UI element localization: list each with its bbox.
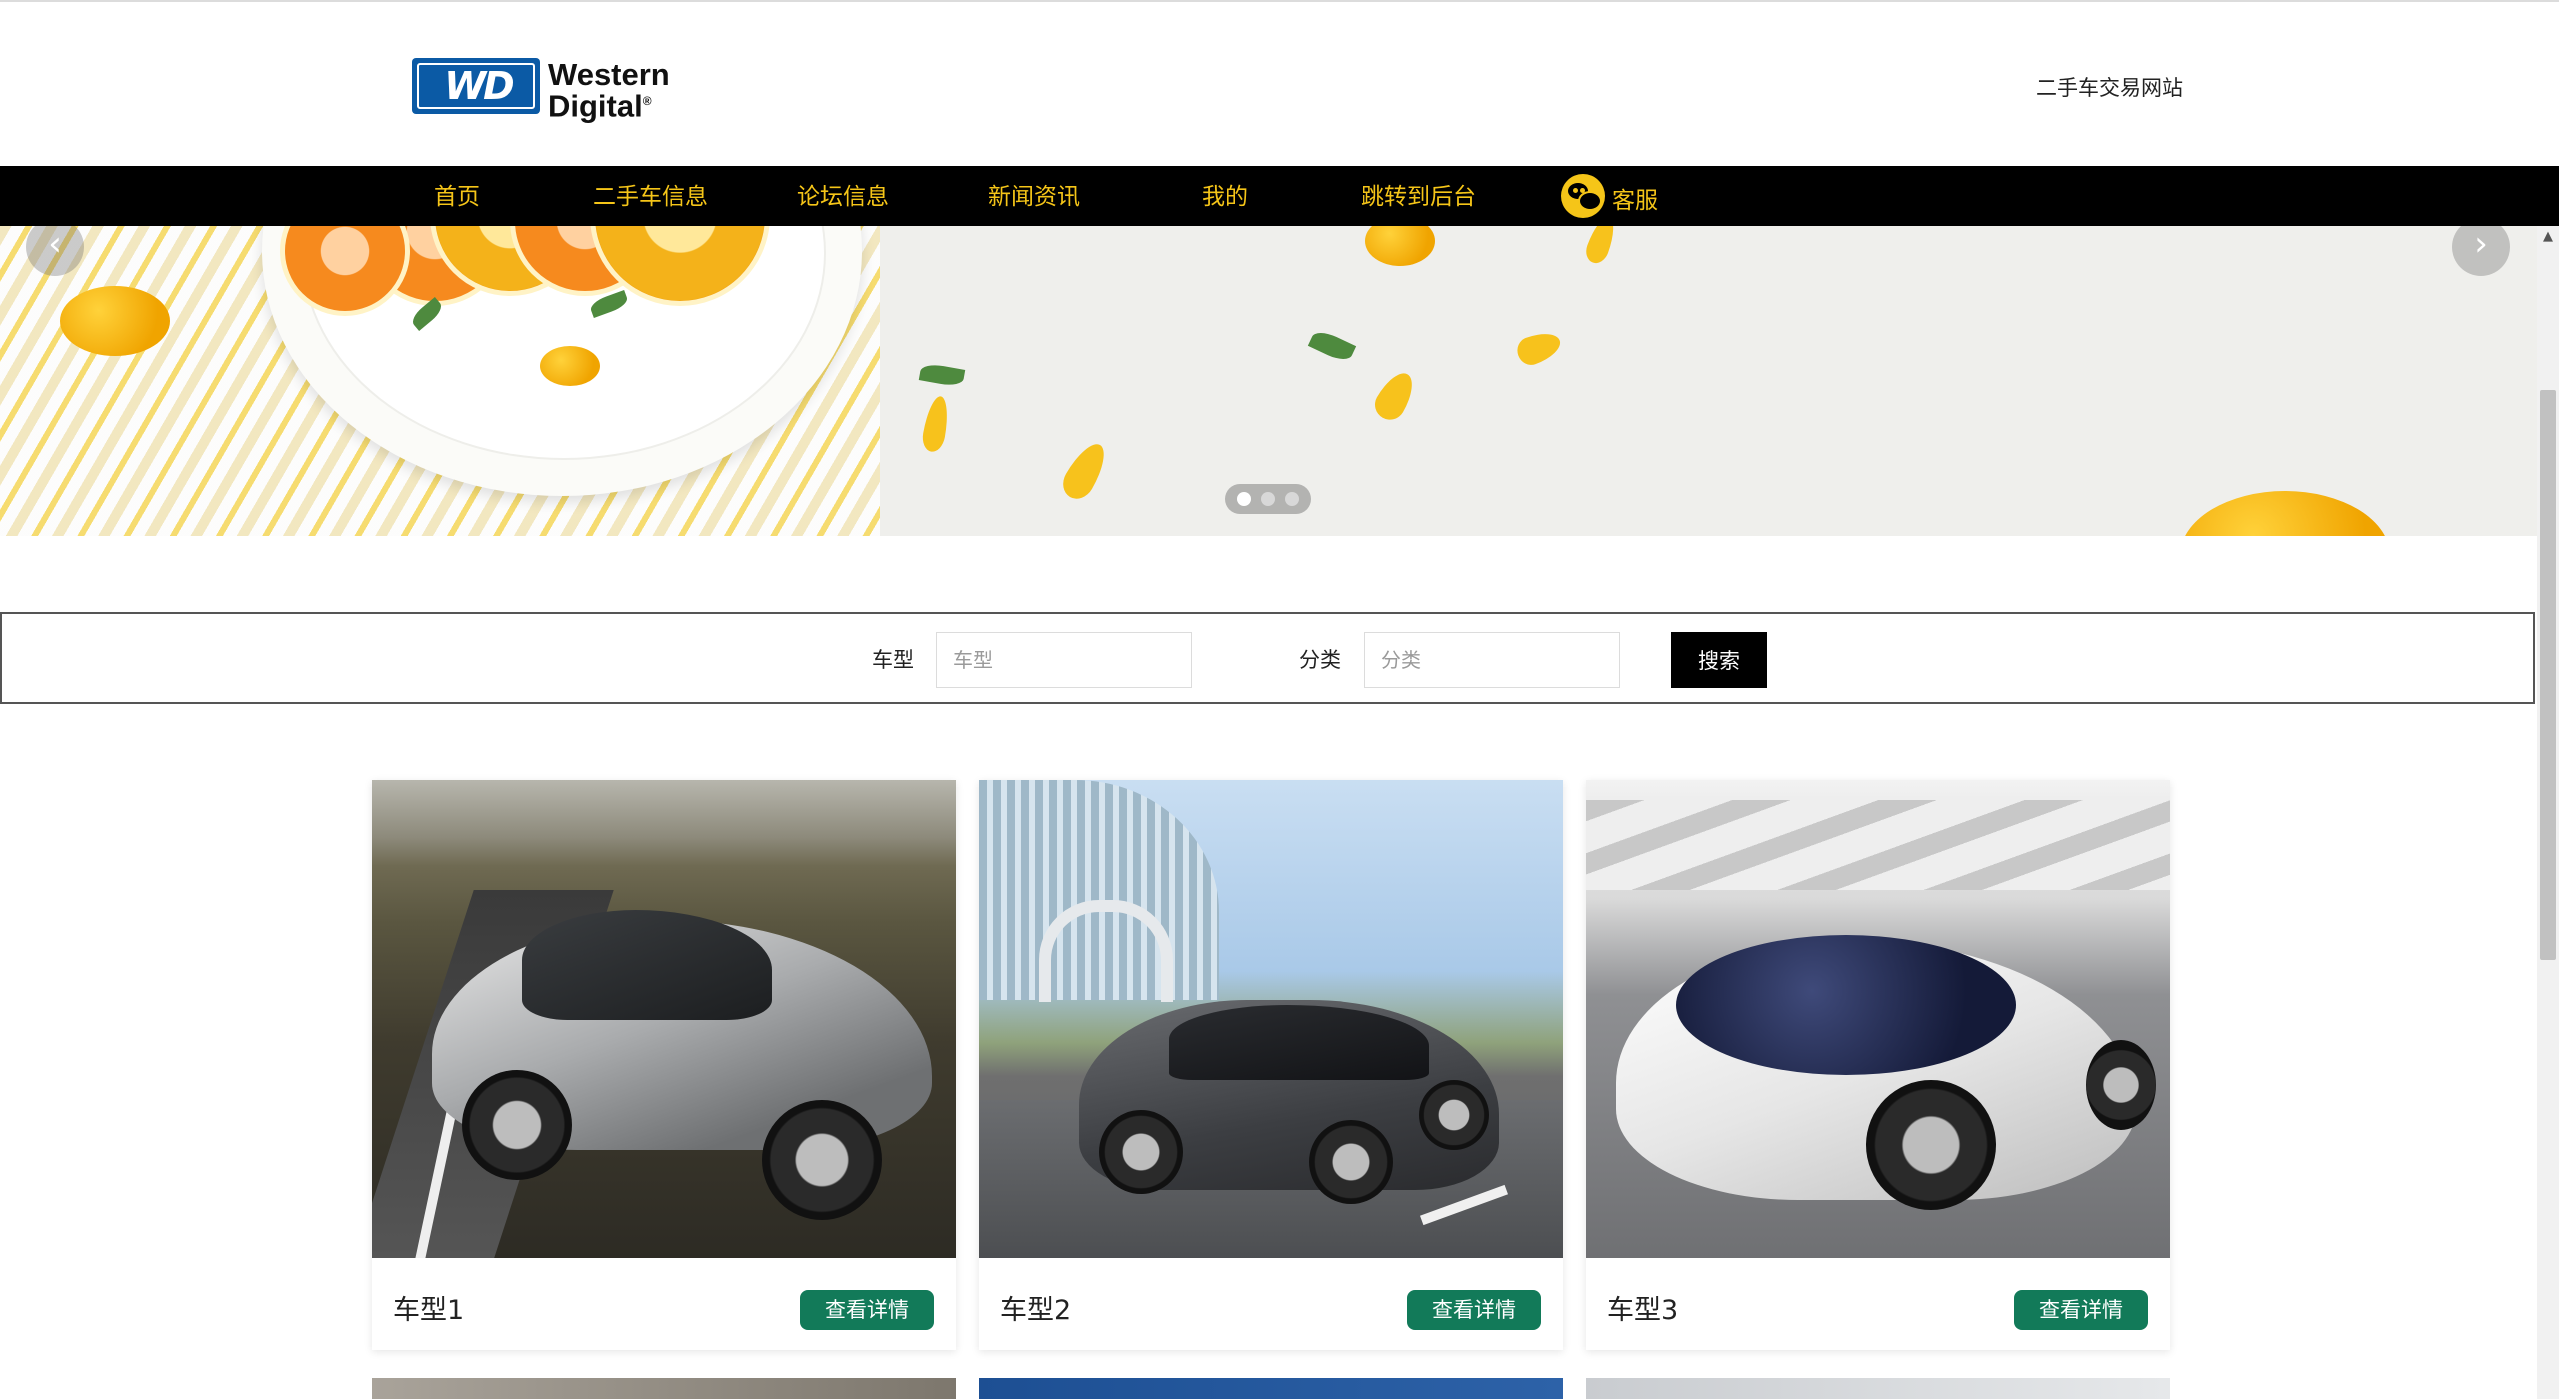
scrollbar-thumb[interactable] (2540, 390, 2556, 960)
carousel-dot-1[interactable] (1237, 492, 1251, 506)
logo-mark-text: WD (444, 64, 514, 108)
logo-word-digital: Digital® (548, 88, 652, 124)
main-nav: 首页 二手车信息 论坛信息 新闻资讯 我的 跳转到后台 客服 (0, 166, 2559, 226)
view-details-button[interactable]: 查看详情 (800, 1290, 934, 1330)
wechat-icon[interactable] (1561, 174, 1605, 218)
carousel-dot-2[interactable] (1261, 492, 1275, 506)
car-card[interactable]: 车型1 查看详情 (372, 780, 956, 1350)
site-header: WD Western Digital® 二手车交易网站 (0, 2, 2559, 166)
chevron-right-icon[interactable]: › (2452, 226, 2510, 276)
car-card-peek[interactable] (1586, 1378, 2170, 1399)
carousel-dot-3[interactable] (1285, 492, 1299, 506)
category-input[interactable] (1364, 632, 1620, 688)
carousel-indicators (1225, 484, 1311, 514)
category-label: 分类 (1299, 648, 1341, 672)
nav-item-admin[interactable]: 跳转到后台 (1361, 166, 1476, 226)
car-name: 车型3 (1607, 1295, 1679, 1326)
view-details-button[interactable]: 查看详情 (2014, 1290, 2148, 1330)
search-button[interactable]: 搜索 (1671, 632, 1767, 688)
car-card[interactable]: 车型3 查看详情 (1586, 780, 2170, 1350)
western-digital-logo[interactable]: WD Western Digital® (412, 58, 697, 124)
car-model-label: 车型 (872, 648, 914, 672)
search-panel: 车型 分类 搜索 (0, 612, 2535, 704)
nav-item-used-cars[interactable]: 二手车信息 (593, 166, 708, 226)
nav-item-customer-service[interactable]: 客服 (1612, 170, 1658, 230)
scroll-up-arrow-icon[interactable]: ▲ (2537, 226, 2559, 248)
car-model-input[interactable] (936, 632, 1192, 688)
nav-item-home[interactable]: 首页 (434, 166, 480, 226)
logo-badge: WD (412, 58, 540, 114)
nav-item-news[interactable]: 新闻资讯 (988, 166, 1080, 226)
nav-item-forum[interactable]: 论坛信息 (797, 166, 889, 226)
car-image[interactable] (372, 780, 956, 1258)
car-card[interactable]: 车型2 查看详情 (979, 780, 1563, 1350)
view-details-button[interactable]: 查看详情 (1407, 1290, 1541, 1330)
nav-item-mine[interactable]: 我的 (1202, 166, 1248, 226)
car-image[interactable] (979, 780, 1563, 1258)
car-name: 车型2 (1000, 1295, 1072, 1326)
car-card-peek[interactable] (372, 1378, 956, 1399)
car-name: 车型1 (393, 1295, 465, 1326)
car-image[interactable] (1586, 780, 2170, 1258)
car-card-peek[interactable] (979, 1378, 1563, 1399)
site-title: 二手车交易网站 (2036, 76, 2183, 100)
banner-carousel[interactable]: ‹ › (0, 226, 2537, 536)
